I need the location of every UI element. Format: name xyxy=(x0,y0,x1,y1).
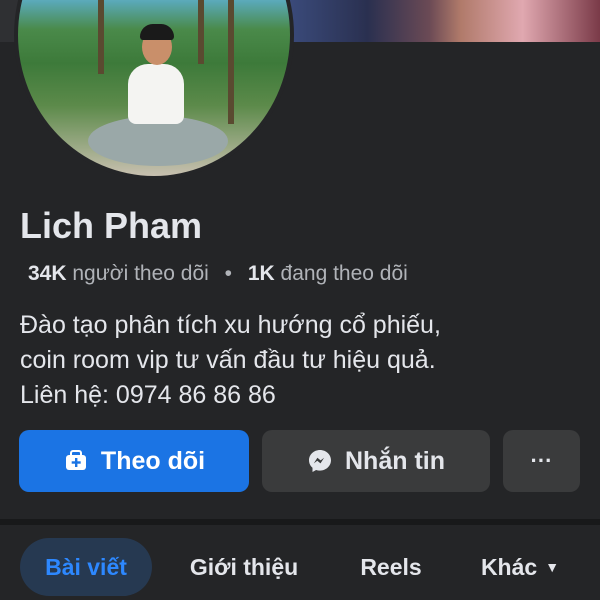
avatar[interactable] xyxy=(14,0,294,180)
followers-label[interactable]: người theo dõi xyxy=(72,262,208,285)
more-options-button[interactable]: ··· xyxy=(503,430,580,492)
profile-tabs: Bài viết Giới thiệu Reels Khác ▼ xyxy=(0,538,600,600)
follow-stats: 34K người theo dõi • 1K đang theo dõi xyxy=(28,262,408,286)
profile-bio: Đào tạo phân tích xu hướng cổ phiếu, coi… xyxy=(20,308,590,413)
tab-posts[interactable]: Bài viết xyxy=(20,538,152,596)
messenger-icon xyxy=(307,448,333,474)
person-hair xyxy=(140,24,174,40)
followers-count[interactable]: 34K xyxy=(28,262,67,285)
tab-about[interactable]: Giới thiệu xyxy=(170,538,318,596)
message-label: Nhắn tin xyxy=(345,446,445,475)
tab-label: Khác xyxy=(480,553,538,580)
following-label[interactable]: đang theo dõi xyxy=(281,262,408,285)
palm-tree-trunk xyxy=(198,0,204,64)
bio-line: Liên hệ: 0974 86 86 86 xyxy=(20,381,276,409)
cover-image xyxy=(290,0,600,42)
follow-label: Theo dõi xyxy=(100,446,206,475)
palm-tree-trunk xyxy=(98,0,104,74)
palm-tree-trunk xyxy=(228,0,234,124)
bio-line: Đào tạo phân tích xu hướng cổ phiếu, xyxy=(20,311,441,339)
following-count[interactable]: 1K xyxy=(248,262,275,285)
follow-button[interactable]: Theo dõi xyxy=(19,430,249,492)
profile-name: Lich Pham xyxy=(20,205,203,246)
tab-label: Giới thiệu xyxy=(189,553,299,580)
caret-down-icon: ▼ xyxy=(545,559,560,575)
tab-label: Reels xyxy=(360,553,422,580)
tab-reels[interactable]: Reels xyxy=(345,538,437,596)
bio-line: coin room vip tư vấn đầu tư hiệu quả. xyxy=(20,346,436,374)
tab-more[interactable]: Khác ▼ xyxy=(465,538,575,596)
follow-icon xyxy=(63,448,89,474)
more-icon: ··· xyxy=(530,448,553,473)
person-shape xyxy=(128,64,184,124)
tab-label: Bài viết xyxy=(45,553,127,580)
section-divider xyxy=(0,519,600,525)
stats-separator: • xyxy=(224,262,232,285)
message-button[interactable]: Nhắn tin xyxy=(262,430,490,492)
